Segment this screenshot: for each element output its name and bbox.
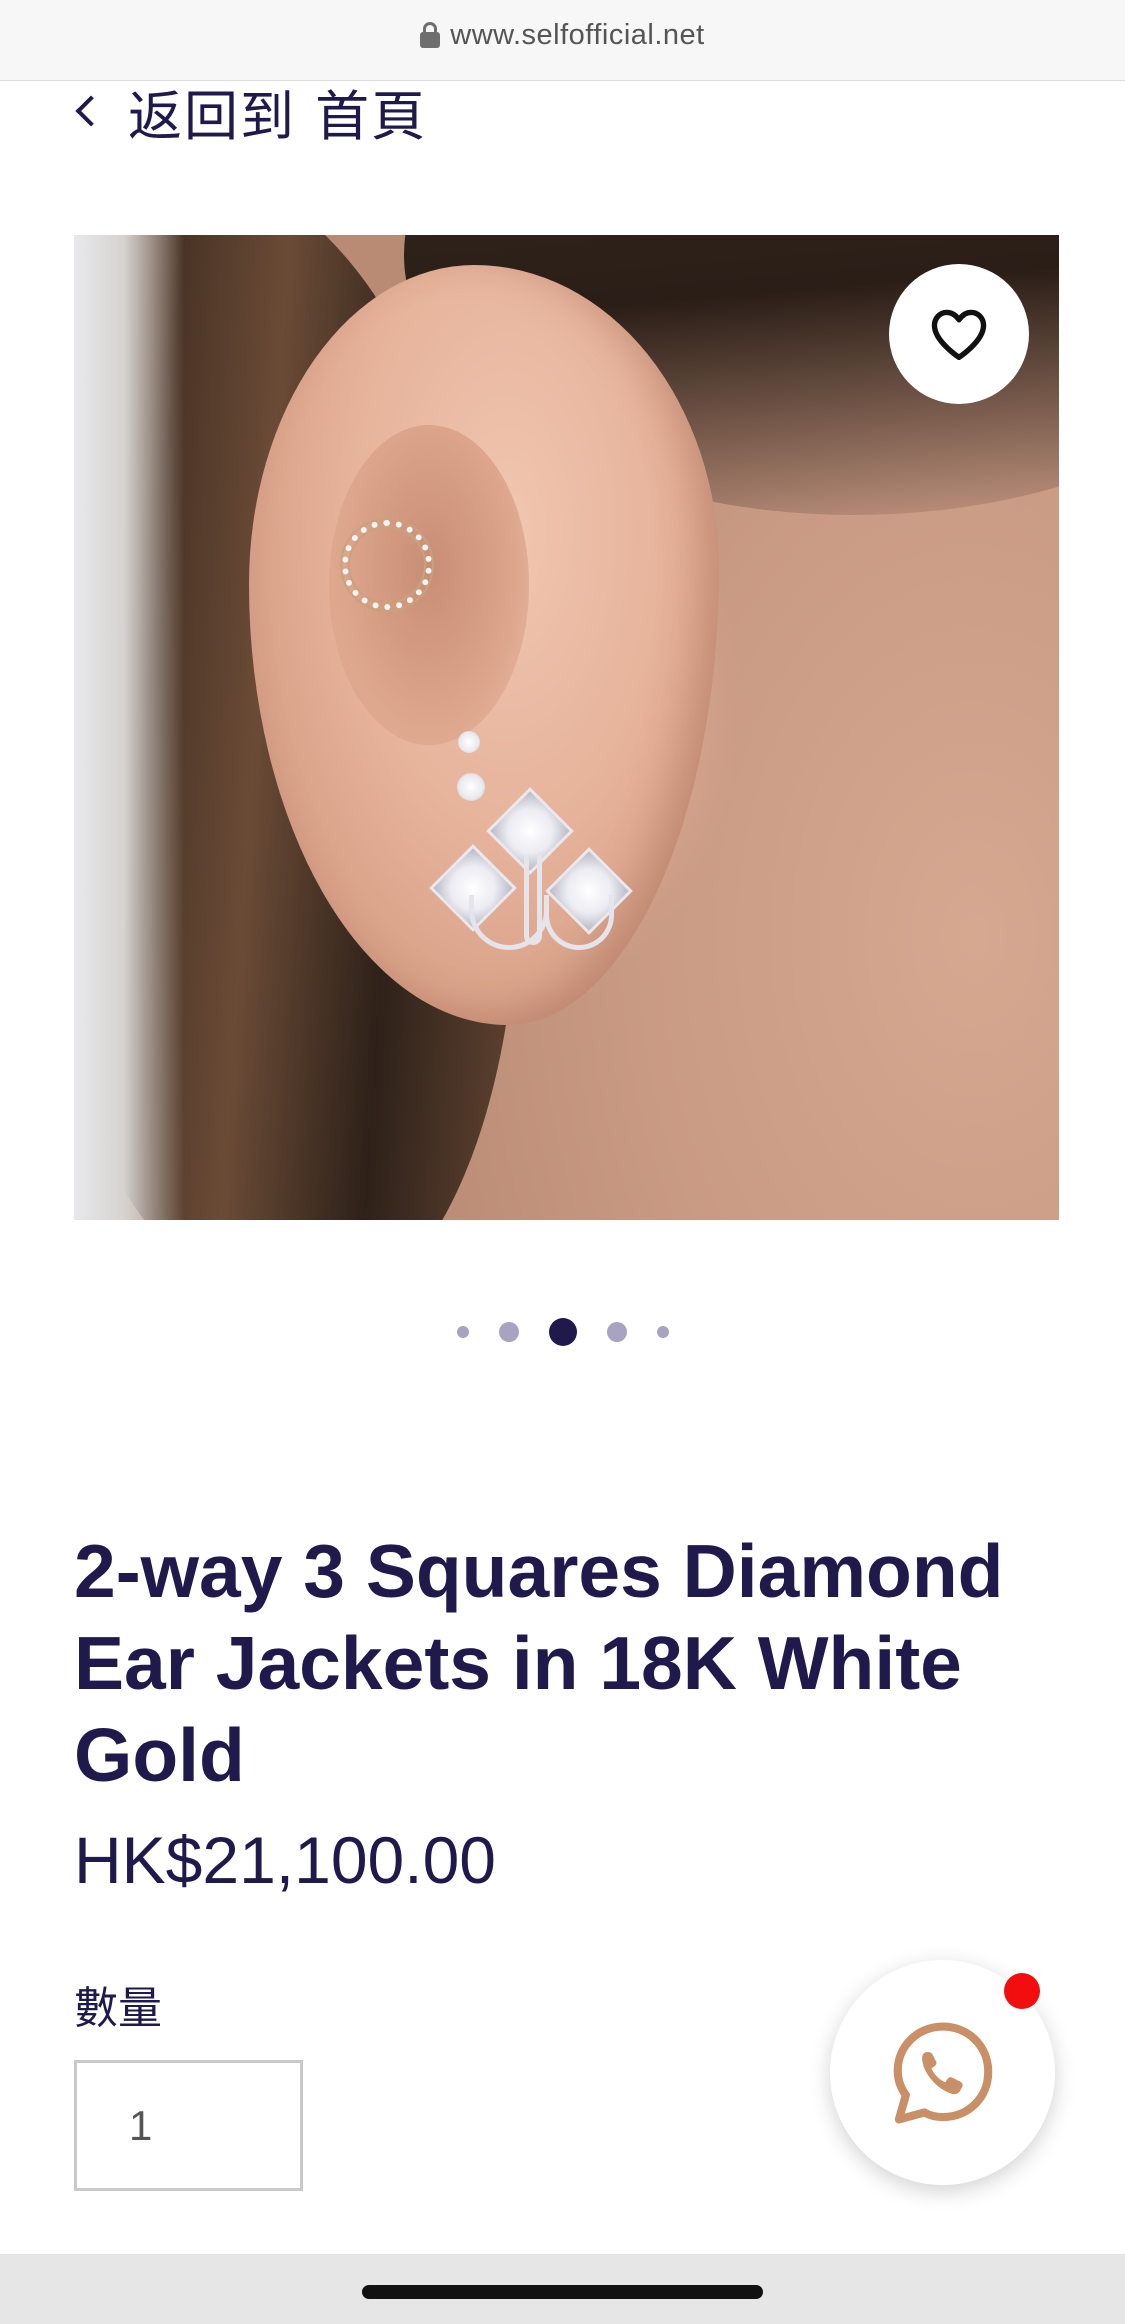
hoop-earring	[342, 520, 432, 610]
slide-dot-5[interactable]	[656, 1326, 669, 1338]
slide-dot-4[interactable]	[606, 1322, 627, 1342]
quantity-value: 1	[129, 2101, 153, 2149]
product-image[interactable]	[74, 235, 1059, 1220]
gallery-pagination	[0, 1318, 1125, 1346]
quantity-input[interactable]: 1	[74, 2060, 303, 2191]
back-to-home-link[interactable]: 返回到 首頁	[70, 80, 427, 148]
slide-dot-3[interactable]	[548, 1318, 577, 1346]
heart-icon	[931, 309, 987, 361]
url-display[interactable]: www.selfofficial.net	[420, 19, 704, 52]
diamond-stud	[457, 773, 485, 801]
favorite-button[interactable]	[889, 264, 1029, 404]
home-indicator[interactable]	[362, 2285, 763, 2299]
slide-dot-2[interactable]	[498, 1322, 519, 1342]
whatsapp-icon	[893, 2022, 992, 2123]
notification-badge	[1004, 1973, 1040, 2009]
browser-url-bar[interactable]: www.selfofficial.net	[0, 0, 1125, 81]
diamond-stud	[458, 731, 480, 753]
product-title: 2-way 3 Squares Diamond Ear Jackets in 1…	[74, 1529, 1004, 1797]
lock-icon	[420, 22, 441, 48]
slide-dot-1[interactable]	[456, 1326, 469, 1338]
chevron-left-icon	[75, 95, 107, 127]
url-text: www.selfofficial.net	[450, 18, 705, 51]
quantity-label: 數量	[74, 1983, 162, 2034]
back-label: 返回到 首頁	[128, 84, 428, 148]
product-price: HK$21,100.00	[74, 1823, 497, 1897]
